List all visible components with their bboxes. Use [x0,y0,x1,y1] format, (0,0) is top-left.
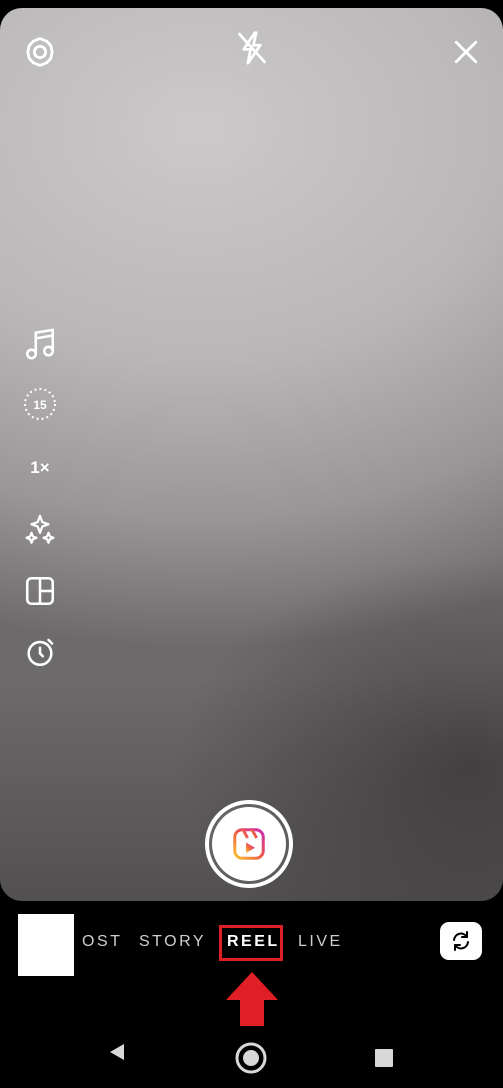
timer-15-icon: 15 [24,388,56,420]
reels-icon [233,828,265,860]
gallery-thumbnail[interactable] [18,914,74,976]
audio-button[interactable] [20,324,60,364]
svg-text:15: 15 [33,398,47,412]
camera-viewfinder[interactable]: 15 1× [0,8,503,901]
effects-button[interactable] [20,510,60,550]
reel-highlight-box [219,925,283,961]
music-note-icon [25,328,55,360]
layout-icon [25,576,55,606]
length-button[interactable]: 15 [20,384,60,424]
flip-camera-button[interactable] [440,922,482,960]
layout-button[interactable] [20,571,60,611]
speed-label: 1× [30,458,50,477]
settings-button[interactable] [20,32,60,72]
recents-square-icon[interactable] [374,1048,394,1068]
viewfinder-shading [0,8,503,901]
sparkles-icon [25,514,55,544]
home-circle-icon[interactable] [234,1041,268,1075]
back-triangle-icon[interactable] [107,1042,127,1062]
record-button-inner [212,807,286,881]
flash-button[interactable] [232,26,272,70]
mode-live[interactable]: LIVE [298,933,343,951]
mode-post[interactable]: OST [82,933,122,951]
speed-button[interactable]: 1× [20,448,60,488]
mode-story[interactable]: STORY [139,933,206,951]
arrow-up-icon [226,972,278,1026]
record-button[interactable] [205,800,293,888]
flash-off-icon [238,31,266,65]
gear-icon [26,37,54,67]
countdown-icon [27,638,54,667]
flip-camera-icon [453,931,469,951]
timer-button[interactable] [20,632,60,672]
close-button[interactable] [446,32,486,72]
close-icon [454,40,478,64]
